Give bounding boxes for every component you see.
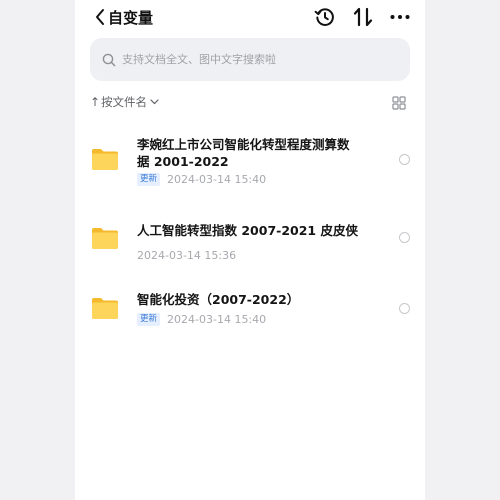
top-bar: 自变量 xyxy=(75,0,425,34)
list-item[interactable]: 智能化投资（2007-2022） 更新 2024-03-14 15:40 xyxy=(75,284,425,336)
file-date: 2024-03-14 15:40 xyxy=(167,313,267,326)
chevron-left-icon xyxy=(96,9,104,25)
select-radio[interactable] xyxy=(399,154,410,165)
more-icon xyxy=(390,15,410,19)
folder-icon xyxy=(92,228,118,249)
list-item[interactable]: 李婉红上市公司智能化转型程度测算数 据 2001-2022 更新 2024-03… xyxy=(75,130,425,194)
swap-vertical-icon xyxy=(353,7,373,27)
sort-direction-arrow: ↑ xyxy=(90,95,101,109)
file-date: 2024-03-14 15:40 xyxy=(167,173,267,186)
file-name-line: 李婉红上市公司智能化转型程度测算数 xyxy=(137,137,350,152)
file-name-line: 智能化投资（2007-2022） xyxy=(137,292,300,307)
file-name: 人工智能转型指数 2007-2021 皮皮侠 xyxy=(137,222,367,239)
folder-icon xyxy=(92,298,118,319)
file-name: 智能化投资（2007-2022） xyxy=(137,291,367,308)
file-meta: 更新 2024-03-14 15:40 xyxy=(137,173,266,186)
history-icon xyxy=(314,8,334,26)
file-name-line: 据 2001-2022 xyxy=(137,154,229,169)
search-input[interactable] xyxy=(122,53,382,66)
file-name: 李婉红上市公司智能化转型程度测算数 据 2001-2022 xyxy=(137,136,367,170)
chevron-down-icon xyxy=(150,99,159,105)
grid-view-button[interactable] xyxy=(392,95,406,114)
search-bar[interactable] xyxy=(90,38,410,81)
folder-icon xyxy=(92,149,118,170)
history-button[interactable] xyxy=(313,5,337,29)
back-button[interactable]: 自变量 xyxy=(94,5,153,29)
phone-screen: 自变量 支持文档全文、图中文字搜索啦 ↑ 按文件名 李婉红上市公司智能化转型程度… xyxy=(75,0,425,500)
file-date: 2024-03-14 15:36 xyxy=(137,249,237,262)
select-radio[interactable] xyxy=(399,232,410,243)
grid-view-icon xyxy=(392,96,406,110)
select-radio[interactable] xyxy=(399,303,410,314)
file-meta: 2024-03-14 15:36 xyxy=(137,249,236,262)
search-icon xyxy=(102,53,116,66)
updated-badge: 更新 xyxy=(137,313,161,326)
list-item[interactable]: 人工智能转型指数 2007-2021 皮皮侠 2024-03-14 15:36 xyxy=(75,214,425,270)
page-title: 自变量 xyxy=(108,8,154,27)
sort-bar: ↑ 按文件名 xyxy=(75,92,425,114)
file-name-line: 人工智能转型指数 2007-2021 皮皮侠 xyxy=(137,223,358,238)
sort-label: 按文件名 xyxy=(101,95,148,109)
more-button[interactable] xyxy=(388,5,412,29)
file-meta: 更新 2024-03-14 15:40 xyxy=(137,313,266,326)
updated-badge: 更新 xyxy=(137,173,161,186)
sort-by-filename-button[interactable]: ↑ 按文件名 xyxy=(90,94,159,110)
sort-button[interactable] xyxy=(351,5,375,29)
